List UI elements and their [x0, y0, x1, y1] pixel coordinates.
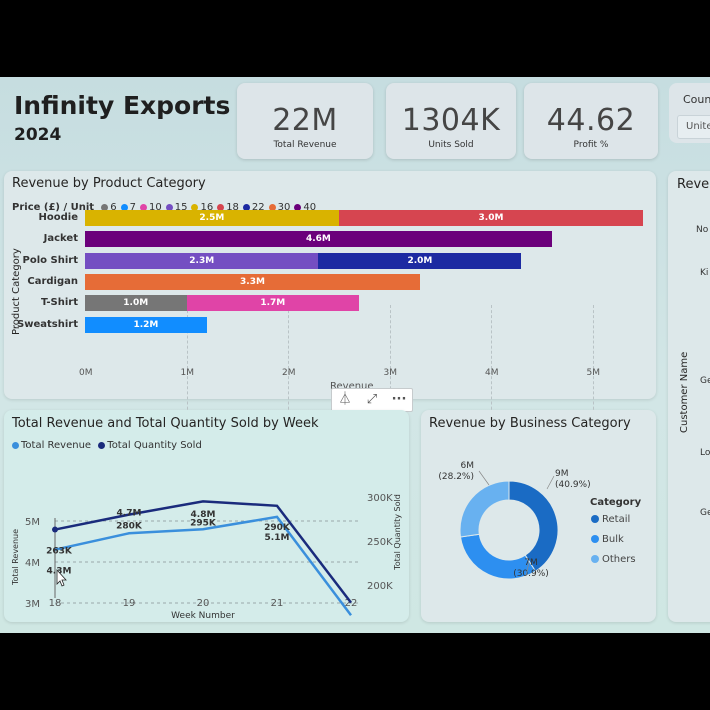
donut-chart-svg: 9M(40.9%) 7M(30.9%) 6M(28.2%) Category Retai…	[438, 461, 642, 580]
y-right-axis-title: Total Quantity Sold	[393, 494, 402, 571]
x-tick-label: 21	[271, 598, 284, 609]
kpi-label: Total Revenue	[273, 140, 337, 150]
customer-label: Lo	[700, 448, 710, 458]
revenue-data-label: 5.1M	[265, 533, 290, 543]
legend-swatch	[591, 555, 599, 563]
bar-data-label: 4.6M	[305, 234, 331, 245]
customer-label: Ge	[700, 508, 710, 518]
y-axis-label: Customer Name	[679, 351, 690, 433]
slicer-dropdown[interactable]: Unite	[677, 115, 710, 139]
revenue-data-label: 4.7M	[117, 508, 142, 518]
filter-icon[interactable]: ⏃	[332, 389, 358, 411]
x-tick-label: 18	[49, 598, 62, 609]
bar-data-label: 2.5M	[199, 213, 225, 223]
quantity-data-label: 295K	[190, 518, 217, 528]
y-left-tick: 4M	[25, 558, 40, 569]
report-canvas: Infinity Exports 2024 22M Total Revenue …	[0, 77, 710, 633]
weekly-line-chart-panel[interactable]: Total Revenue and Total Quantity Sold by…	[4, 410, 409, 622]
business-category-panel[interactable]: Revenue by Business Category 9M (40.9%) 7M…	[421, 410, 656, 622]
kpi-card-units-sold[interactable]: 1304K Units Sold	[386, 83, 516, 159]
category-label: Jacket	[43, 233, 78, 245]
quantity-data-label: 290K	[264, 523, 291, 533]
country-slicer[interactable]: Coun Unite	[669, 83, 710, 143]
revenue-by-product-panel[interactable]: Revenue by Product Category Price (£) / …	[4, 171, 656, 435]
kpi-label: Profit %	[573, 140, 609, 150]
more-options-icon[interactable]: ···	[386, 389, 412, 411]
y-left-tick: 3M	[25, 599, 40, 610]
bar-data-label: 3.3M	[240, 276, 265, 287]
quantity-data-label: 280K	[116, 522, 143, 532]
x-tick-label: 1M	[180, 368, 195, 378]
donut-pct-label: (40.9%)	[555, 480, 591, 490]
y-right-tick: 250K	[367, 537, 393, 548]
bar-data-label: 3.0M	[478, 213, 504, 223]
kpi-label: Units Sold	[428, 140, 474, 150]
category-label: Cardigan	[27, 275, 78, 287]
kpi-value: 1304K	[401, 103, 501, 138]
x-tick-label: 20	[197, 598, 210, 609]
donut-value-label: 6M	[461, 461, 475, 471]
bar-data-label: 2.3M	[189, 255, 215, 266]
revenue-by-customer-panel[interactable]: Rever No Ki Ge Lo Ge Customer Name	[668, 171, 710, 622]
leader-line	[546, 475, 555, 490]
donut-value-label: 7M	[524, 558, 538, 568]
y-left-axis-title: Total Revenue	[11, 529, 20, 586]
category-label: T-Shirt	[41, 297, 78, 309]
panel-title: Revenue by Product Category	[12, 176, 206, 191]
x-tick-label: 19	[123, 598, 136, 609]
leader-line	[478, 470, 490, 486]
donut-legend-item[interactable]: Retail	[602, 514, 630, 525]
legend-swatch	[591, 515, 599, 523]
quantity-data-label: 263K	[46, 547, 73, 557]
panel-title: Rever	[677, 177, 710, 192]
report-year: 2024	[14, 125, 62, 145]
kpi-value: 44.62	[546, 103, 636, 138]
donut-pct-label: (30.9%)	[513, 569, 549, 579]
customer-label: Ki	[700, 268, 709, 278]
legend-swatch	[591, 535, 599, 543]
bar-data-label: 1.2M	[133, 319, 159, 330]
line-chart-svg: 3M4M5M200K250K300K18 19 20 21 22Week NumberT…	[11, 493, 402, 622]
x-tick-label: 4M	[485, 368, 499, 378]
bar-data-label: 1.7M	[260, 298, 286, 309]
customer-label: No	[696, 225, 709, 235]
donut-pct-label: (28.2%)	[438, 472, 474, 482]
slicer-title: Coun	[683, 93, 710, 106]
category-label: Polo Shirt	[22, 254, 78, 266]
donut-slice-others[interactable]	[459, 480, 510, 538]
report-title: Infinity Exports	[14, 91, 231, 120]
donut-legend-title: Category	[590, 497, 642, 508]
kpi-card-profit[interactable]: 44.62 Profit %	[524, 83, 658, 159]
revenue-data-label: 2.7M	[335, 621, 360, 622]
x-tick-label: 0M	[79, 368, 93, 378]
y-left-tick: 5M	[25, 517, 40, 528]
bar-data-label: 1.0M	[123, 298, 149, 309]
x-tick-label: 2M	[282, 368, 296, 378]
bar-data-label: 2.0M	[407, 255, 433, 266]
category-label: Hoodie	[38, 212, 78, 223]
donut-value-label: 9M	[555, 469, 569, 479]
kpi-card-total-revenue[interactable]: 22M Total Revenue	[237, 83, 373, 159]
x-axis-title: Week Number	[171, 611, 235, 621]
donut-legend-item[interactable]: Others	[602, 554, 636, 565]
category-label: Sweatshirt	[17, 318, 78, 330]
customer-label: Ge	[700, 376, 710, 386]
x-tick-label: 5M	[586, 368, 601, 378]
donut-legend-item[interactable]: Bulk	[602, 534, 624, 545]
y-right-tick: 200K	[367, 581, 393, 592]
kpi-value: 22M	[272, 103, 338, 138]
y-right-tick: 300K	[367, 493, 393, 504]
focus-mode-icon[interactable]: ⤢	[359, 389, 385, 411]
hover-point[interactable]	[52, 526, 58, 533]
x-tick-label: 3M	[383, 368, 398, 378]
visual-header-toolbar: ⏃ ⤢ ···	[331, 388, 413, 412]
